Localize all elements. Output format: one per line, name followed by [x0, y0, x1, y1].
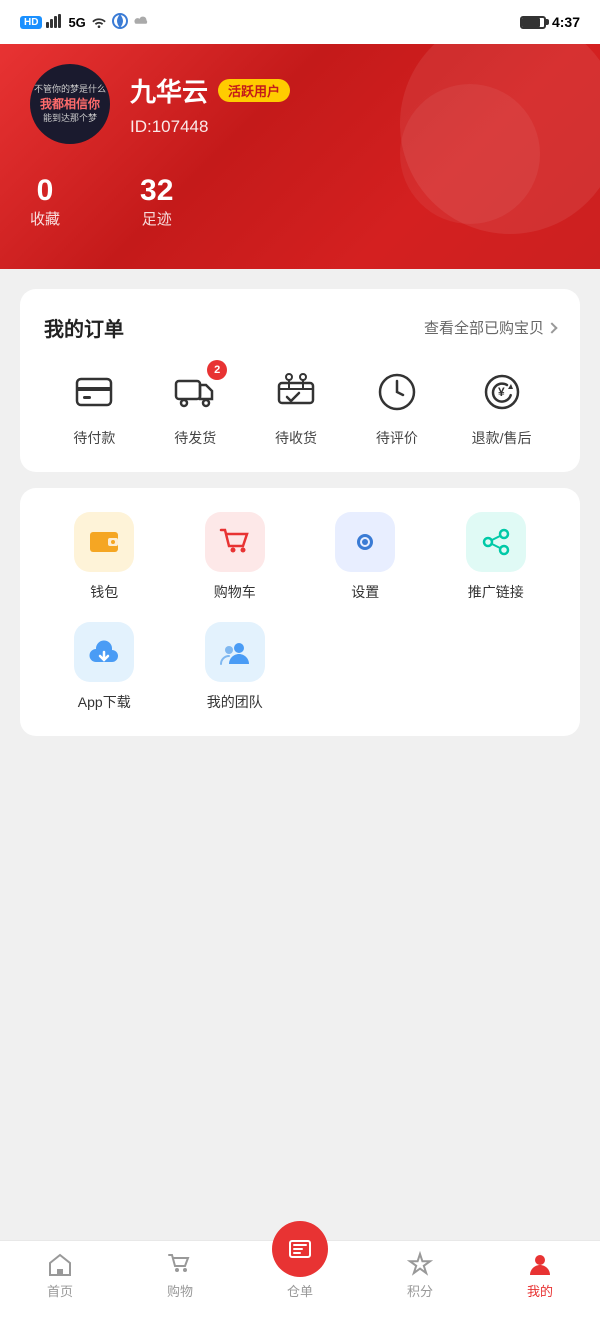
action-cart[interactable]: 购物车	[175, 512, 296, 602]
action-settings[interactable]: 设置	[305, 512, 426, 602]
nav-home[interactable]: 首页	[0, 1251, 120, 1300]
cart-icon-wrap	[205, 512, 265, 572]
profile-name: 九华云	[130, 72, 208, 109]
orders-card: 我的订单 查看全部已购宝贝 待付款	[20, 289, 580, 472]
stat-footprint: 32 足迹	[140, 174, 173, 229]
svg-text:¥: ¥	[498, 385, 505, 399]
view-all-orders[interactable]: 查看全部已购宝贝	[424, 317, 556, 338]
status-left: HD 5G	[20, 13, 150, 32]
order-item-pending-payment[interactable]: 待付款	[68, 366, 120, 448]
order-item-refund[interactable]: ¥ 退款/售后	[472, 366, 532, 448]
action-download[interactable]: App下载	[44, 622, 165, 712]
cloud-icon	[132, 14, 150, 31]
profile-header: 不管你的梦是什么 我都相信你 能到达那个梦 九华云 活跃用户 ID:107448…	[0, 44, 600, 269]
team-icon-wrap	[205, 622, 265, 682]
nav-mine-label: 我的	[527, 1281, 553, 1300]
profile-info: 九华云 活跃用户 ID:107448	[130, 72, 290, 137]
avatar[interactable]: 不管你的梦是什么 我都相信你 能到达那个梦	[30, 64, 110, 144]
settings-label: 设置	[351, 582, 379, 602]
profile-stats: 0 收藏 32 足迹	[30, 174, 570, 229]
orders-title: 我的订单	[44, 313, 124, 342]
action-promo[interactable]: 推广链接	[436, 512, 557, 602]
pending-receive-label: 待收货	[275, 428, 317, 448]
network-label: 5G	[68, 15, 85, 30]
favorites-label: 收藏	[30, 211, 60, 228]
pending-payment-label: 待付款	[73, 428, 115, 448]
footprint-label: 足迹	[142, 211, 172, 228]
footprint-count: 32	[140, 174, 173, 208]
profile-name-row: 九华云 活跃用户	[130, 72, 290, 109]
battery-icon	[520, 16, 546, 29]
active-badge: 活跃用户	[218, 79, 290, 102]
status-bar: HD 5G 4:37	[0, 0, 600, 44]
team-label: 我的团队	[207, 692, 263, 712]
pending-review-label: 待评价	[376, 428, 418, 448]
main-content: 我的订单 查看全部已购宝贝 待付款	[0, 269, 600, 772]
pending-review-icon-wrap	[371, 366, 423, 418]
time-display: 4:37	[552, 14, 580, 30]
profile-id: ID:107448	[130, 117, 290, 137]
nav-home-label: 首页	[47, 1281, 73, 1300]
nav-shop-label: 购物	[167, 1281, 193, 1300]
hd-badge: HD	[20, 16, 42, 29]
nav-points-label: 积分	[407, 1281, 433, 1300]
settings-icon-wrap	[335, 512, 395, 572]
nav-shop[interactable]: 购物	[120, 1251, 240, 1300]
pending-receive-icon-wrap	[270, 366, 322, 418]
chevron-right-icon	[546, 322, 557, 333]
wallet-label: 钱包	[90, 582, 118, 602]
order-item-pending-review[interactable]: 待评价	[371, 366, 423, 448]
order-item-pending-ship[interactable]: 2 待发货	[169, 366, 221, 448]
pending-ship-label: 待发货	[174, 428, 216, 448]
pending-ship-icon-wrap: 2	[169, 366, 221, 418]
promo-label: 推广链接	[468, 582, 524, 602]
download-label: App下载	[78, 692, 131, 712]
promo-icon-wrap	[466, 512, 526, 572]
order-items: 待付款 2 待发货	[44, 366, 556, 448]
bottom-nav: 首页 购物 仓单 积分 我的	[0, 1240, 600, 1320]
wallet-icon-wrap	[74, 512, 134, 572]
quick-actions-card: 钱包 购物车	[20, 488, 580, 736]
wifi-icon	[90, 14, 108, 31]
pending-ship-badge: 2	[207, 360, 227, 380]
action-wallet[interactable]: 钱包	[44, 512, 165, 602]
nav-warehouse-btn[interactable]	[272, 1221, 328, 1277]
download-icon-wrap	[74, 622, 134, 682]
pending-payment-icon-wrap	[68, 366, 120, 418]
order-header: 我的订单 查看全部已购宝贝	[44, 313, 556, 342]
status-right: 4:37	[520, 14, 580, 30]
nav-warehouse-label: 仓单	[287, 1281, 313, 1300]
refund-icon-wrap: ¥	[476, 366, 528, 418]
globe-icon	[112, 13, 128, 32]
signal-icon	[46, 14, 64, 31]
profile-top: 不管你的梦是什么 我都相信你 能到达那个梦 九华云 活跃用户 ID:107448	[30, 64, 570, 144]
actions-grid: 钱包 购物车	[44, 512, 556, 712]
favorites-count: 0	[30, 174, 60, 208]
avatar-text: 不管你的梦是什么 我都相信你 能到达那个梦	[30, 79, 110, 129]
nav-mine[interactable]: 我的	[480, 1251, 600, 1300]
cart-label: 购物车	[214, 582, 256, 602]
order-item-pending-receive[interactable]: 待收货	[270, 366, 322, 448]
nav-warehouse[interactable]: 仓单	[240, 1241, 360, 1300]
action-team[interactable]: 我的团队	[175, 622, 296, 712]
nav-points[interactable]: 积分	[360, 1251, 480, 1300]
refund-label: 退款/售后	[472, 428, 532, 448]
stat-favorites: 0 收藏	[30, 174, 60, 229]
